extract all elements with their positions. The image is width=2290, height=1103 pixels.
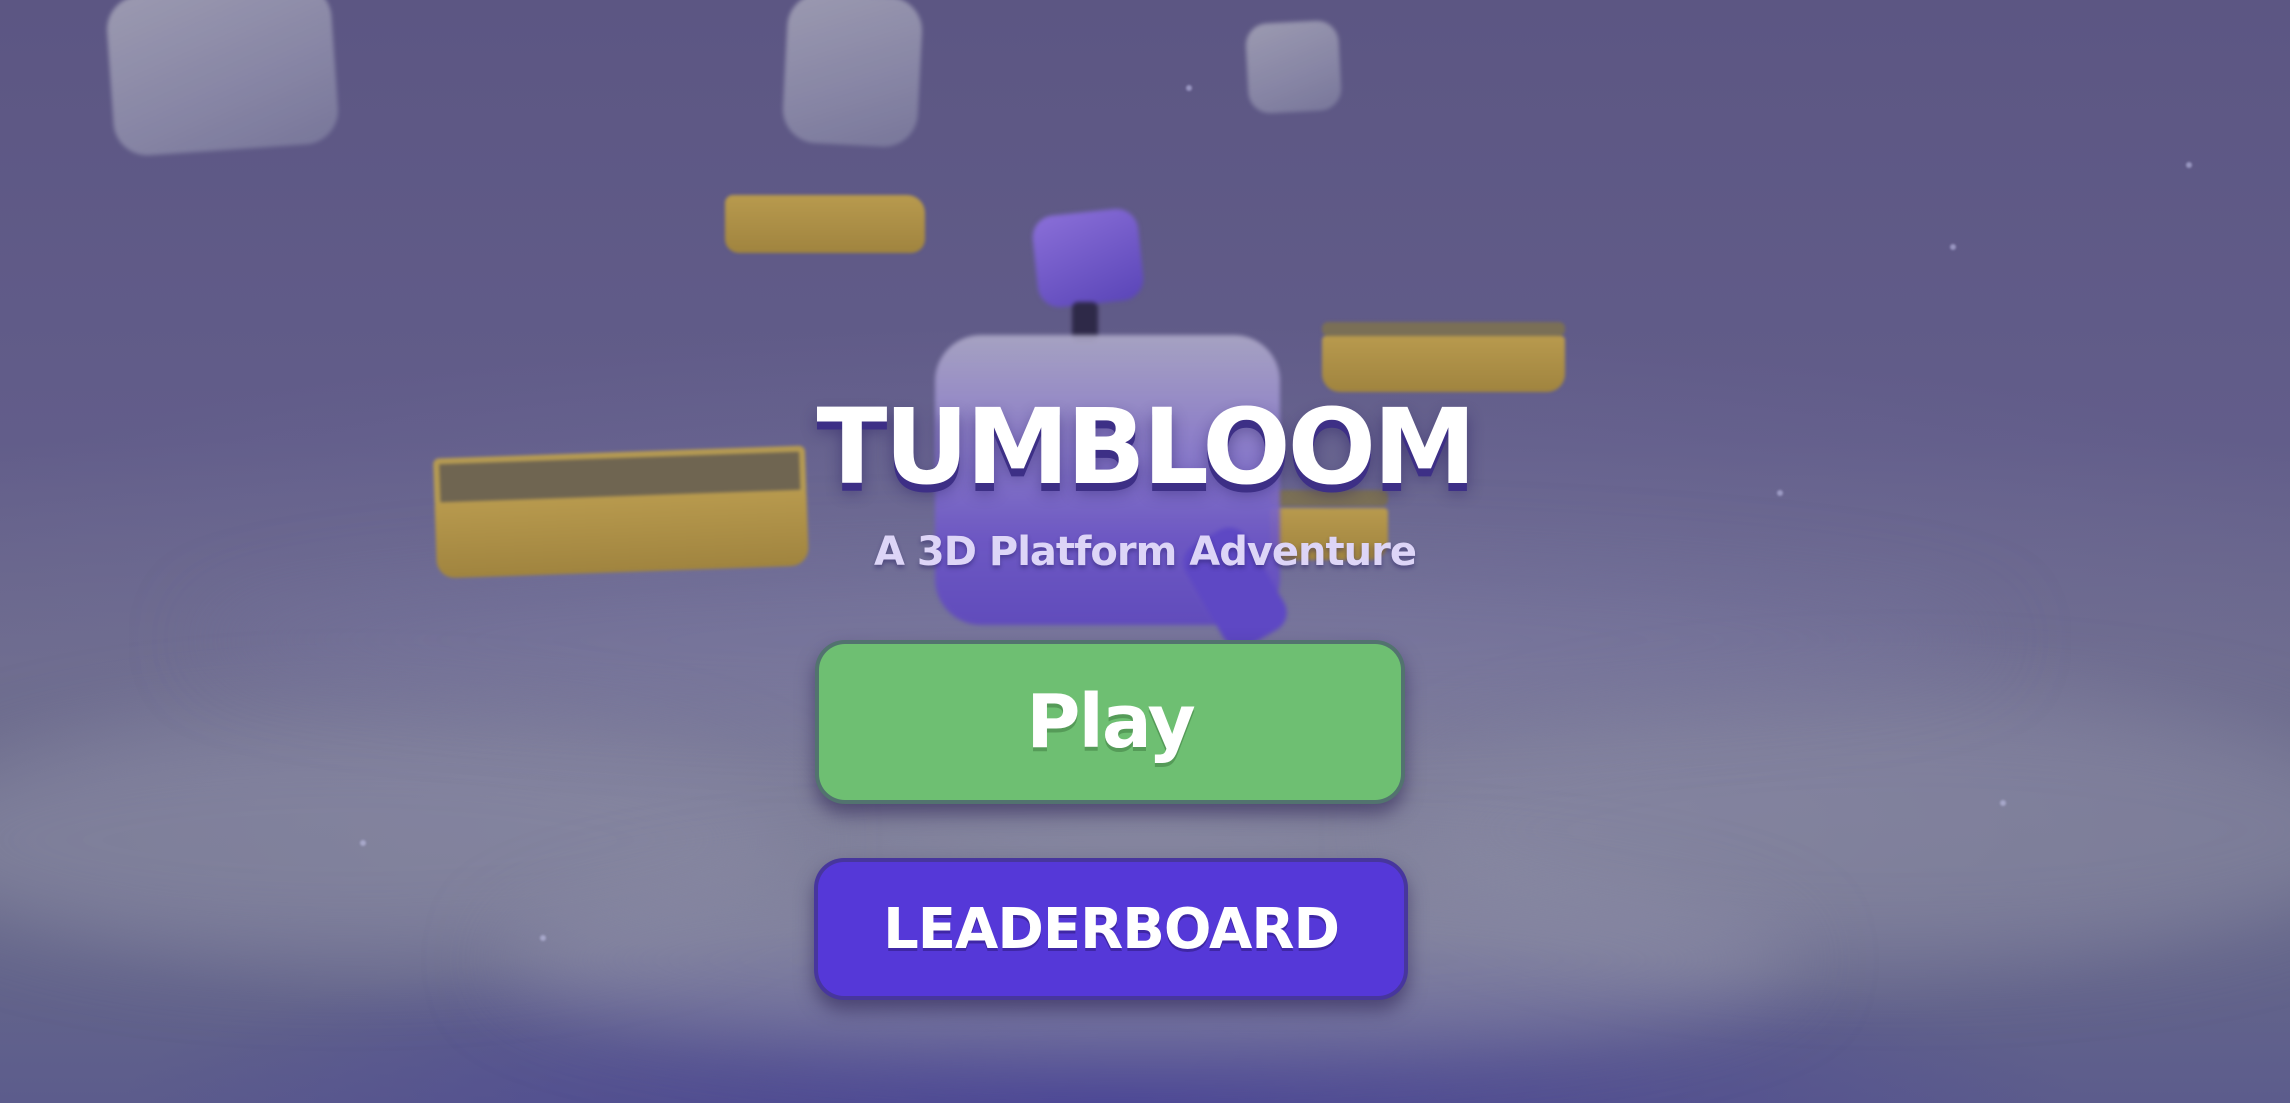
- play-button[interactable]: Play: [815, 640, 1405, 804]
- main-menu: TUMBLOOM A 3D Platform Adventure Play LE…: [0, 0, 2290, 1103]
- leaderboard-button-label: LEADERBOARD: [883, 896, 1340, 962]
- game-subtitle: A 3D Platform Adventure: [874, 529, 1417, 575]
- game-title: TUMBLOOM: [816, 386, 1476, 508]
- play-button-label: Play: [1026, 679, 1195, 765]
- leaderboard-button[interactable]: LEADERBOARD: [814, 858, 1408, 1000]
